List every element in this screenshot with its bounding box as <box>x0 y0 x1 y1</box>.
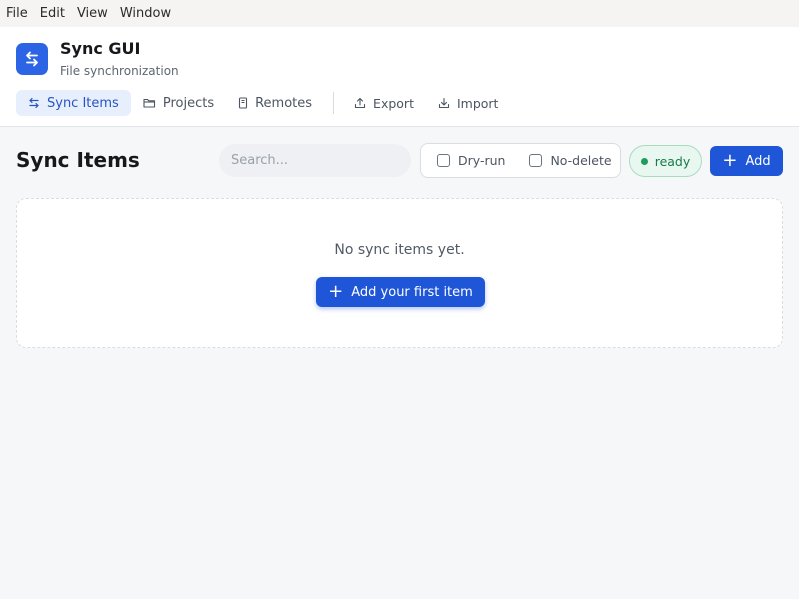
menu-file[interactable]: File <box>6 6 28 21</box>
server-icon <box>239 97 248 109</box>
menu-edit[interactable]: Edit <box>40 6 65 21</box>
import-label: Import <box>456 95 499 111</box>
tab-label: Sync Items <box>47 95 119 111</box>
menu-window[interactable]: Window <box>120 6 171 21</box>
sync-options: Dry-run No-delete <box>420 143 621 178</box>
add-label: Add <box>745 153 771 169</box>
add-first-item-button[interactable]: + Add your first item <box>316 277 485 307</box>
app-subtitle: File synchronization <box>60 64 179 78</box>
app-title: Sync GUI <box>60 39 141 58</box>
checkbox-box[interactable] <box>529 154 543 167</box>
page-title: Sync Items <box>16 148 140 172</box>
tab-remotes[interactable]: Remotes <box>226 90 324 116</box>
plus-icon: + <box>328 281 344 302</box>
dry-run-checkbox[interactable]: Dry-run <box>437 153 505 168</box>
status-dot-icon <box>640 157 648 165</box>
download-icon <box>438 97 450 109</box>
export-label: Export <box>373 95 414 111</box>
app-header: Sync GUI File synchronization Sync Items… <box>0 27 799 127</box>
tab-projects[interactable]: Projects <box>131 90 226 116</box>
add-button[interactable]: + Add <box>710 146 783 176</box>
menu-view[interactable]: View <box>77 6 108 21</box>
add-first-item-label: Add your first item <box>351 284 473 300</box>
upload-icon <box>354 97 366 109</box>
dry-run-label: Dry-run <box>458 153 506 168</box>
nav-divider <box>333 92 335 114</box>
folder-icon <box>143 98 155 108</box>
search-input[interactable] <box>219 144 411 177</box>
tab-label: Projects <box>162 95 215 111</box>
tab-sync-items[interactable]: Sync Items <box>16 90 131 116</box>
main-nav: Sync Items Projects Remotes Export Impor… <box>16 90 510 116</box>
no-delete-checkbox[interactable]: No-delete <box>529 153 612 168</box>
status-badge: ready <box>629 145 702 177</box>
no-delete-label: No-delete <box>550 153 612 168</box>
import-button[interactable]: Import <box>426 90 511 116</box>
swap-arrows-icon <box>29 97 39 109</box>
plus-icon: + <box>722 150 738 171</box>
swap-arrows-icon <box>26 51 38 67</box>
export-button[interactable]: Export <box>342 90 426 116</box>
tab-label: Remotes <box>255 95 313 111</box>
empty-message: No sync items yet. <box>334 242 465 258</box>
app-logo <box>16 43 48 75</box>
status-label: ready <box>654 153 691 169</box>
menubar: File Edit View Window <box>0 0 799 27</box>
empty-state: No sync items yet. + Add your first item <box>16 198 783 348</box>
checkbox-box[interactable] <box>437 154 450 167</box>
